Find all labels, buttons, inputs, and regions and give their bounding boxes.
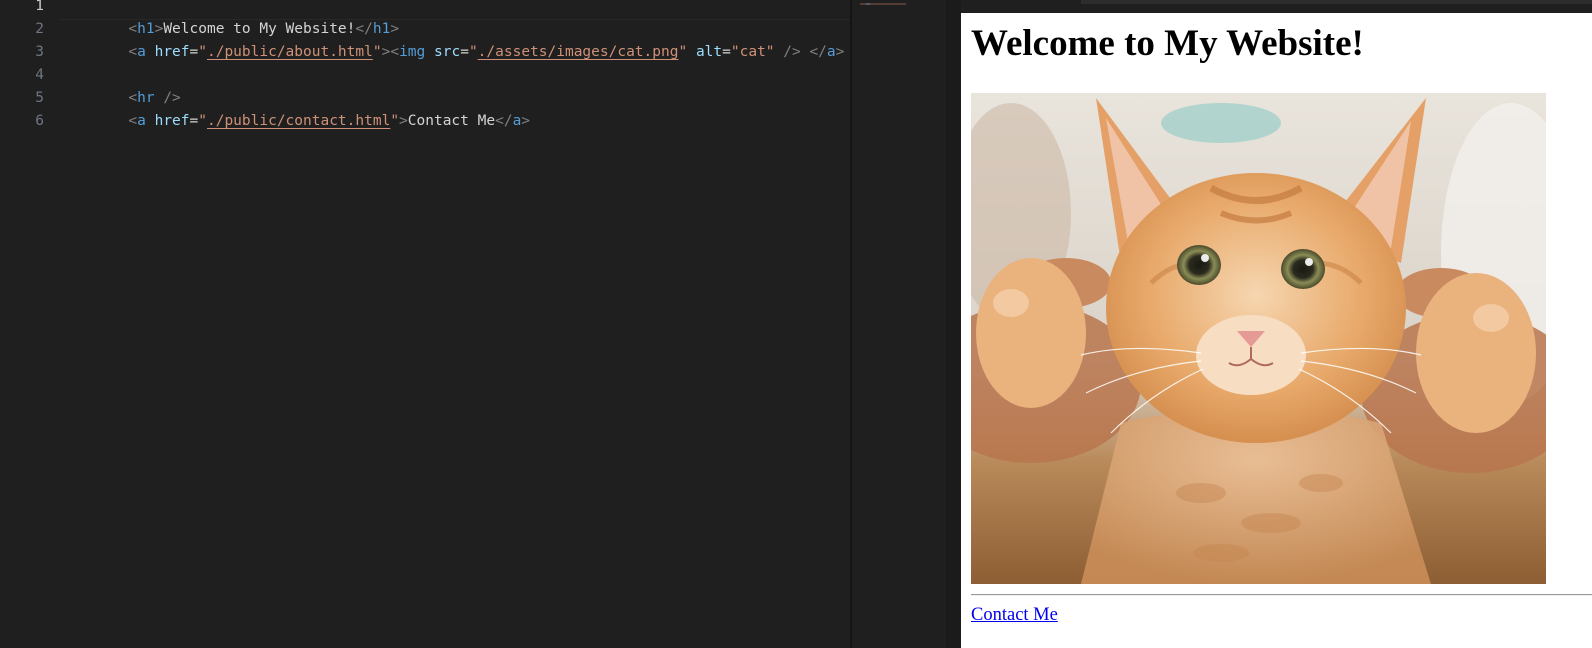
- preview-top-bar: [961, 0, 1592, 13]
- line-number: 1: [35, 0, 44, 14]
- token-punctuation: >: [835, 44, 845, 60]
- code-line-5[interactable]: <a href="./public/contact.html">Contact …: [76, 87, 530, 129]
- line-number: 5: [35, 90, 44, 106]
- line-number: 2: [35, 21, 44, 37]
- line-number: 3: [35, 44, 44, 60]
- token-tag: img: [399, 44, 426, 60]
- token-attribute: alt: [695, 44, 723, 60]
- split-view-divider[interactable]: [946, 0, 961, 648]
- token-quote: ": [372, 44, 382, 60]
- token-quote: ": [468, 44, 478, 60]
- token-operator: =: [460, 44, 469, 60]
- token-punctuation: >: [399, 113, 408, 129]
- token-operator: =: [189, 44, 199, 60]
- token-punctuation: <: [128, 113, 138, 129]
- code-line-4[interactable]: <hr />: [76, 64, 180, 106]
- token-string: "cat": [730, 44, 775, 60]
- token-attribute: src: [434, 44, 461, 60]
- token-punctuation: </: [495, 113, 513, 129]
- token-quote: ": [390, 113, 400, 129]
- token-tag: a: [512, 113, 522, 129]
- preview-tab-strip: [1081, 0, 1592, 4]
- token-operator: =: [189, 113, 199, 129]
- token-tag: a: [826, 44, 836, 60]
- line-number: 6: [35, 113, 44, 129]
- token-punctuation: <: [128, 44, 138, 60]
- token-tag: a: [137, 113, 146, 129]
- token-quote: ": [198, 44, 207, 60]
- token-punctuation: />: [774, 44, 810, 60]
- token-operator: =: [722, 44, 731, 60]
- live-preview-pane[interactable]: Welcome to My Website! Contact Me: [961, 0, 1592, 648]
- minimap[interactable]: [850, 0, 946, 648]
- code-line-1[interactable]: <h1>Welcome to My Website!</h1>: [76, 0, 399, 37]
- contact-me-link[interactable]: Contact Me: [971, 605, 1058, 626]
- token-punctuation: >: [521, 113, 531, 129]
- line-number: 4: [35, 67, 44, 83]
- code-editor[interactable]: 1 2 3 4 5 6 <h1>Welcome to My Website!</…: [0, 0, 850, 648]
- token-punctuation: </: [809, 44, 827, 60]
- token-quote: ": [198, 113, 207, 129]
- line-number-gutter: 1 2 3 4 5 6: [0, 0, 60, 648]
- horizontal-rule: [971, 594, 1592, 596]
- token-link-path[interactable]: ./public/about.html: [207, 44, 373, 60]
- cat-image[interactable]: [971, 93, 1546, 584]
- token-tag: a: [137, 44, 146, 60]
- code-line-2[interactable]: <a href="./public/about.html"><img src="…: [76, 18, 844, 60]
- minimap-line: [866, 3, 870, 5]
- token-link-path[interactable]: ./assets/images/cat.png: [478, 44, 679, 60]
- page-heading: Welcome to My Website!: [971, 23, 1364, 64]
- about-image-link[interactable]: [971, 93, 1546, 584]
- token-attribute: href: [154, 44, 190, 60]
- token-text: Contact Me: [407, 113, 496, 129]
- token-quote: ": [678, 44, 688, 60]
- token-link-path[interactable]: ./public/contact.html: [207, 113, 390, 129]
- token-punctuation: <: [390, 44, 400, 60]
- token-attribute: href: [154, 113, 190, 129]
